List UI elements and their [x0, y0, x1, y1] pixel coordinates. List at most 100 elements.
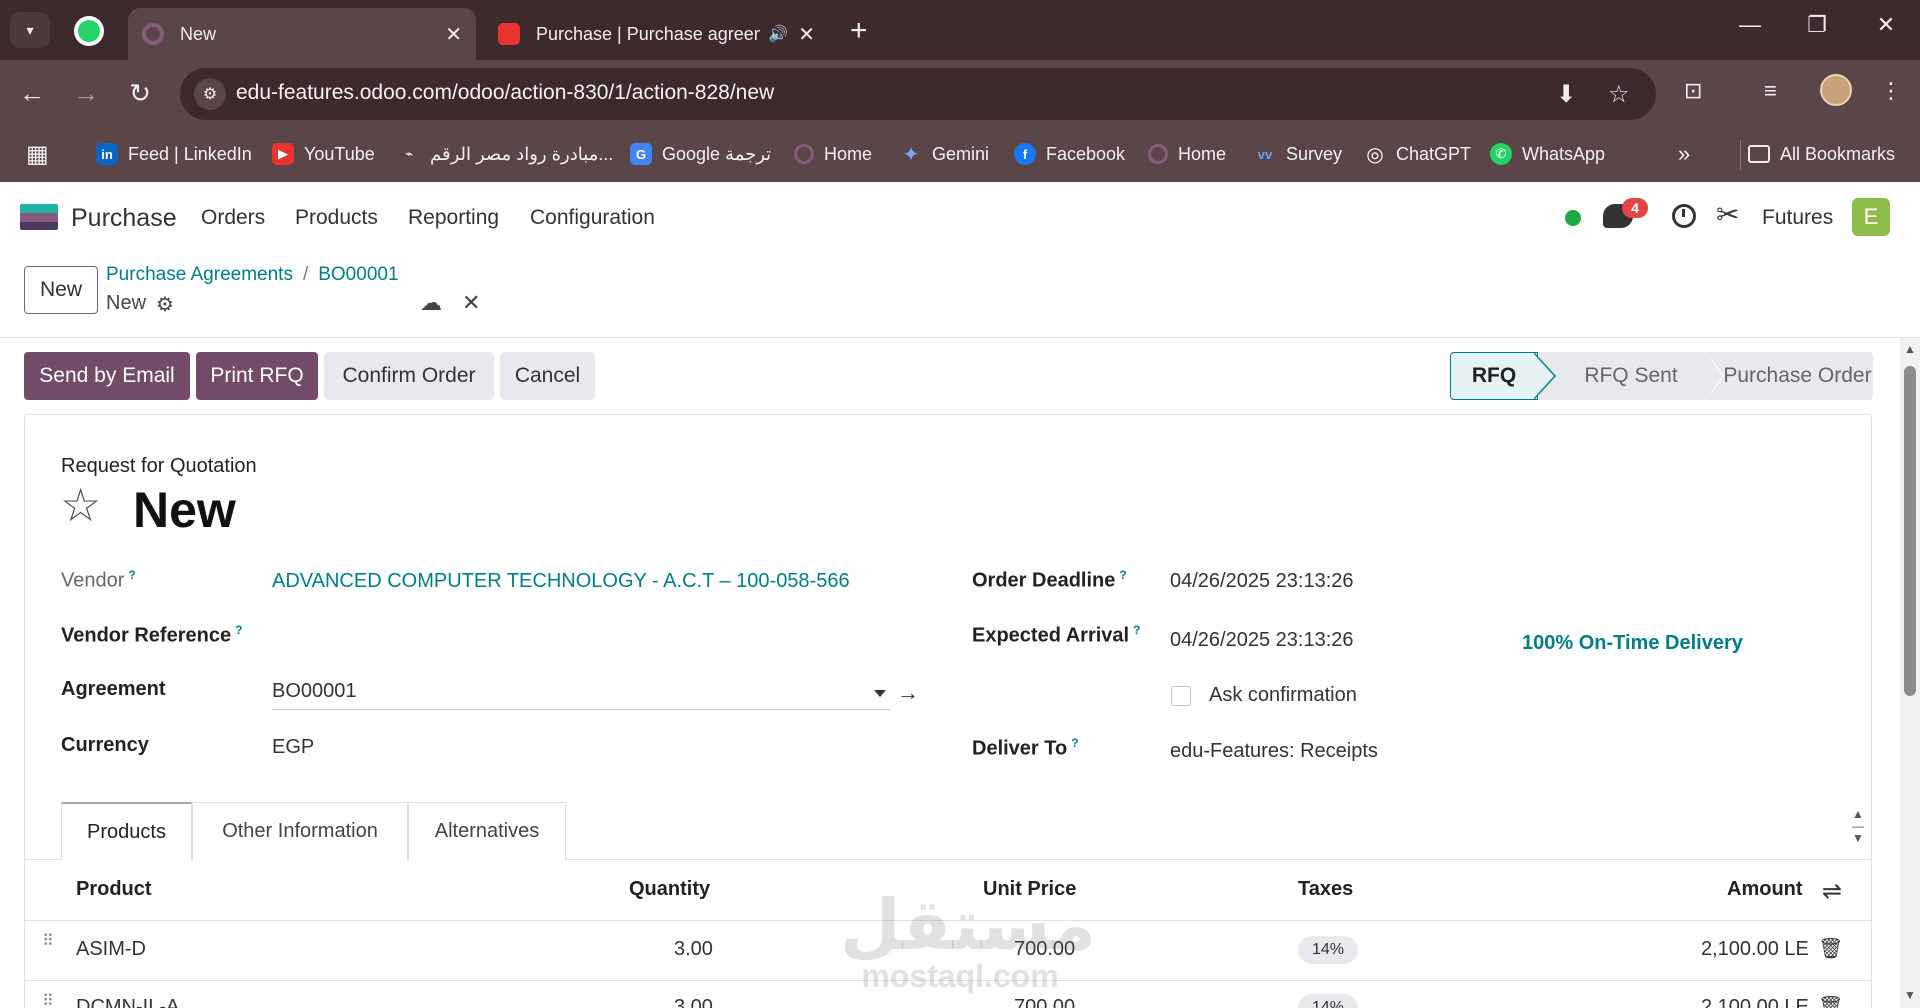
close-window-icon[interactable]: ✕ [1866, 12, 1906, 38]
row-unit-price[interactable]: 700.00 [1014, 996, 1075, 1008]
bookmark-whatsapp[interactable]: ✆ WhatsApp [1490, 138, 1605, 170]
stage-rfq-sent[interactable]: RFQ Sent [1556, 352, 1706, 400]
bookmark-youtube[interactable]: ▶ YouTube [272, 138, 375, 170]
column-product[interactable]: Product [76, 878, 152, 901]
activity-clock-icon[interactable] [1672, 204, 1696, 228]
close-tab-icon[interactable]: ✕ [445, 22, 462, 47]
purchase-app-icon[interactable] [20, 204, 58, 230]
new-record-button[interactable]: New [24, 266, 98, 314]
cancel-button[interactable]: Cancel [500, 352, 595, 400]
bookmark-facebook[interactable]: f Facebook [1014, 138, 1125, 170]
bookmark-chatgpt[interactable]: ◎ ChatGPT [1364, 138, 1471, 170]
row-tax-badge[interactable]: 14% [1298, 936, 1359, 964]
column-taxes[interactable]: Taxes [1298, 878, 1353, 901]
debug-tools-icon[interactable]: ✂ [1716, 198, 1739, 231]
drag-handle-icon[interactable]: ⠿ [42, 934, 54, 950]
menu-products[interactable]: Products [295, 206, 378, 230]
save-cloud-icon[interactable]: ☁ [420, 290, 442, 316]
tab-products[interactable]: Products [61, 802, 192, 860]
lens-icon[interactable]: ⊡ [1684, 78, 1702, 104]
forward-icon[interactable]: → [68, 78, 104, 109]
speaker-icon[interactable]: 🔊 [768, 24, 788, 44]
ask-confirmation-checkbox[interactable] [1171, 686, 1191, 706]
whatsapp-pinned-tab[interactable] [74, 16, 104, 46]
install-app-icon[interactable]: ⬇ [1556, 80, 1576, 109]
browser-tab[interactable]: Purchase | Purchase agreem 🔊 ✕ [484, 8, 829, 60]
vendor-reference-input[interactable] [272, 620, 890, 654]
resize-handle-icon[interactable]: ▲ — ▼ [1849, 808, 1867, 844]
restore-icon[interactable]: ❐ [1797, 12, 1837, 38]
page-scrollbar[interactable]: ▲ ▼ [1900, 338, 1920, 1008]
address-bar[interactable]: ⚙ edu-features.odoo.com/odoo/action-830/… [180, 68, 1656, 120]
more-bookmarks-icon[interactable]: » [1678, 138, 1690, 170]
star-icon[interactable]: ☆ [60, 482, 101, 528]
menu-kebab-icon[interactable]: ⋮ [1880, 78, 1902, 104]
order-deadline-field[interactable]: 04/26/2025 23:13:26 [1170, 570, 1354, 593]
bookmark-rowad[interactable]: ⌁ مبادرة رواد مصر الرقم... [398, 138, 613, 170]
bookmark-linkedin[interactable]: in Feed | LinkedIn [96, 138, 252, 170]
url-text[interactable]: edu-features.odoo.com/odoo/action-830/1/… [236, 81, 774, 105]
drag-handle-icon[interactable]: ⠿ [42, 994, 54, 1008]
reload-icon[interactable]: ↻ [122, 78, 158, 109]
stage-purchase-order[interactable]: Purchase Order [1722, 352, 1873, 400]
help-tooltip-icon[interactable]: ? [1119, 568, 1126, 582]
menu-orders[interactable]: Orders [201, 206, 265, 230]
minimize-icon[interactable]: — [1730, 12, 1770, 38]
row-product[interactable]: DCMN-IL-A [76, 996, 179, 1008]
help-tooltip-icon[interactable]: ? [128, 568, 135, 582]
currency-field[interactable]: EGP [272, 736, 314, 759]
chevron-down-icon[interactable] [874, 690, 886, 697]
trash-icon[interactable]: 🗑 [1818, 994, 1843, 1008]
help-tooltip-icon[interactable]: ? [1133, 623, 1140, 637]
optional-columns-icon[interactable]: ⇌ [1822, 877, 1842, 906]
help-tooltip-icon[interactable]: ? [235, 623, 242, 637]
all-bookmarks-folder[interactable]: All Bookmarks [1748, 138, 1895, 170]
site-info-icon[interactable]: ⚙ [194, 78, 226, 110]
bookmark-survey[interactable]: vv Survey [1254, 138, 1342, 170]
row-quantity[interactable]: 3.00 [674, 996, 713, 1008]
menu-reporting[interactable]: Reporting [408, 206, 499, 230]
breadcrumb-purchase-agreements[interactable]: Purchase Agreements [106, 264, 293, 285]
vendor-field[interactable]: ADVANCED COMPUTER TECHNOLOGY - A.C.T – 1… [272, 570, 850, 593]
print-rfq-button[interactable]: Print RFQ [196, 352, 318, 400]
scrollbar-thumb[interactable] [1904, 366, 1916, 696]
discard-icon[interactable]: ✕ [462, 290, 480, 316]
menu-configuration[interactable]: Configuration [530, 206, 655, 230]
close-tab-icon[interactable]: ✕ [798, 22, 815, 47]
tab-other-information[interactable]: Other Information [192, 802, 408, 860]
column-quantity[interactable]: Quantity [629, 878, 710, 901]
agreement-select[interactable]: BO00001 [272, 676, 890, 710]
send-by-email-button[interactable]: Send by Email [24, 352, 190, 400]
bookmark-home[interactable]: Home [794, 138, 872, 170]
media-control-icon[interactable]: ≡ [1764, 78, 1777, 104]
row-quantity[interactable]: 3.00 [674, 938, 713, 961]
tab-alternatives[interactable]: Alternatives [408, 802, 566, 860]
help-tooltip-icon[interactable]: ? [1071, 736, 1078, 750]
scroll-down-icon[interactable]: ▼ [1904, 988, 1916, 1002]
tab-search-button[interactable]: ▾ [10, 12, 50, 48]
profile-avatar[interactable] [1820, 74, 1852, 106]
bookmark-star-icon[interactable]: ☆ [1608, 80, 1630, 109]
row-product[interactable]: ASIM-D [76, 938, 146, 961]
browser-tab-active[interactable]: New ✕ [128, 8, 476, 60]
deliver-to-field[interactable]: edu-Features: Receipts [1170, 740, 1378, 763]
app-name[interactable]: Purchase [71, 204, 177, 233]
expected-arrival-field[interactable]: 04/26/2025 23:13:26 [1170, 629, 1354, 652]
confirm-order-button[interactable]: Confirm Order [324, 352, 494, 400]
gear-icon[interactable]: ⚙ [156, 292, 174, 317]
user-avatar[interactable]: E [1852, 198, 1890, 236]
apps-grid-icon[interactable]: ▦ [26, 138, 49, 170]
column-amount[interactable]: Amount [1727, 878, 1803, 901]
bookmark-google-translate[interactable]: G Google ترجمة [630, 138, 771, 170]
scroll-up-icon[interactable]: ▲ [1904, 342, 1916, 356]
bookmark-gemini[interactable]: ✦ Gemini [900, 138, 989, 170]
stage-rfq[interactable]: RFQ [1450, 352, 1538, 400]
row-tax-badge[interactable]: 14% [1298, 994, 1359, 1008]
new-tab-button[interactable]: + [850, 14, 868, 48]
on-time-delivery-link[interactable]: 100% On-Time Delivery [1522, 632, 1743, 655]
company-switcher[interactable]: Futures [1762, 206, 1833, 230]
bookmark-home[interactable]: Home [1148, 138, 1226, 170]
breadcrumb-agreement[interactable]: BO00001 [318, 264, 398, 285]
back-icon[interactable]: ← [14, 78, 50, 109]
internal-link-arrow-icon[interactable]: → [897, 680, 919, 706]
